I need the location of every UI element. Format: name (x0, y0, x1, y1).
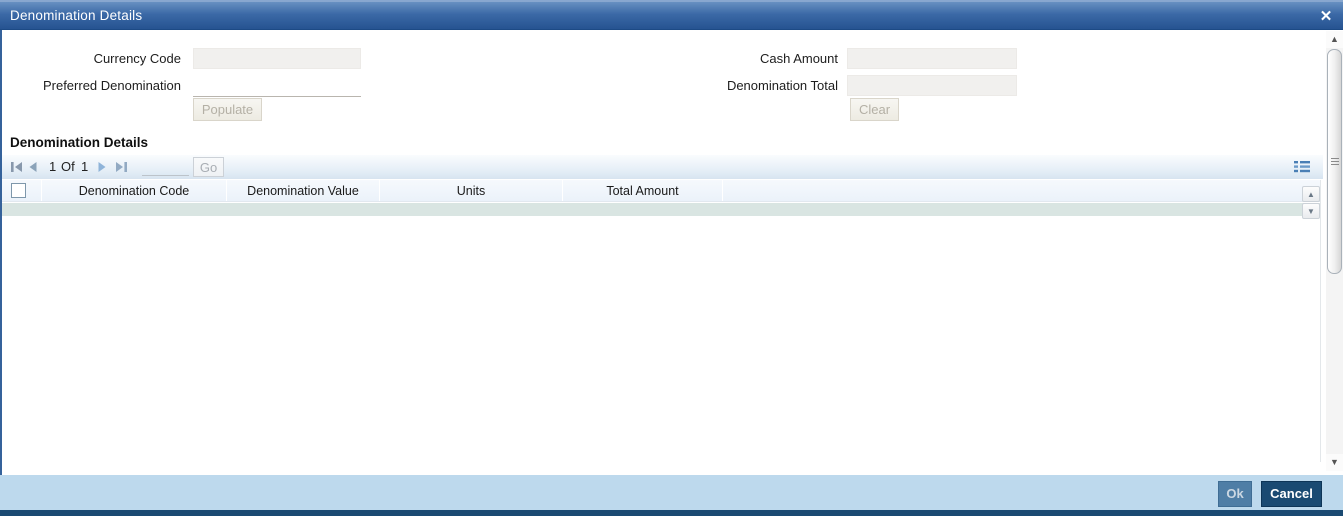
denomination-details-dialog: Denomination Details ✕ Currency Code Pre… (0, 0, 1343, 516)
populate-button[interactable]: Populate (193, 98, 262, 121)
last-page-icon[interactable] (115, 160, 128, 178)
column-header-filler (723, 180, 1320, 201)
clear-button[interactable]: Clear (850, 98, 899, 121)
window-scrollbar[interactable]: ▲ ▼ (1326, 31, 1343, 471)
current-page-number: 1 (49, 159, 57, 174)
previous-page-icon[interactable] (27, 160, 38, 178)
first-page-icon[interactable] (10, 160, 23, 178)
scrollbar-up-icon[interactable]: ▲ (1326, 31, 1343, 48)
pagination-toolbar: 1 Of 1 Go (2, 155, 1323, 179)
scrollbar-thumb[interactable] (1327, 49, 1342, 274)
column-header-units: Units (380, 180, 563, 201)
select-all-cell (2, 180, 42, 201)
column-header-denomination-value: Denomination Value (227, 180, 380, 201)
close-icon[interactable]: ✕ (1316, 7, 1336, 27)
title-bar: Denomination Details ✕ (0, 0, 1343, 30)
next-page-icon[interactable] (97, 160, 108, 178)
column-header-denomination-code: Denomination Code (42, 180, 227, 201)
denomination-details-heading: Denomination Details (10, 135, 149, 150)
table-scroll-buttons: ▲ ▼ (1302, 186, 1320, 220)
window-bottom-edge (0, 510, 1343, 516)
window-left-border (0, 30, 2, 516)
cancel-button[interactable]: Cancel (1261, 481, 1322, 507)
table-right-border (1320, 180, 1321, 462)
total-pages-number: 1 (81, 159, 89, 174)
column-header-total-amount: Total Amount (563, 180, 723, 201)
table-scroll-up-icon[interactable]: ▲ (1302, 186, 1320, 202)
cash-amount-field (847, 48, 1017, 69)
go-button[interactable]: Go (193, 157, 224, 177)
page-of-label: Of (61, 159, 75, 174)
ok-button[interactable]: Ok (1218, 481, 1252, 507)
table-header-row: Denomination Code Denomination Value Uni… (2, 180, 1320, 202)
denomination-total-field (847, 75, 1017, 96)
page-number-input[interactable] (142, 158, 189, 176)
table-row[interactable] (2, 203, 1320, 216)
footer-bar (0, 475, 1343, 510)
scrollbar-down-icon[interactable]: ▼ (1326, 454, 1343, 471)
preferred-denomination-field[interactable] (193, 76, 361, 97)
customize-columns-icon[interactable] (1294, 159, 1310, 174)
preferred-denomination-label: Preferred Denomination (42, 78, 181, 93)
cash-amount-label: Cash Amount (759, 51, 838, 66)
table-scroll-down-icon[interactable]: ▼ (1302, 203, 1320, 219)
scrollbar-grip (1331, 158, 1339, 167)
select-all-checkbox[interactable] (11, 183, 26, 198)
currency-code-field (193, 48, 361, 69)
currency-code-label: Currency Code (93, 51, 181, 66)
dialog-title: Denomination Details (10, 8, 143, 23)
denomination-total-label: Denomination Total (726, 78, 838, 93)
